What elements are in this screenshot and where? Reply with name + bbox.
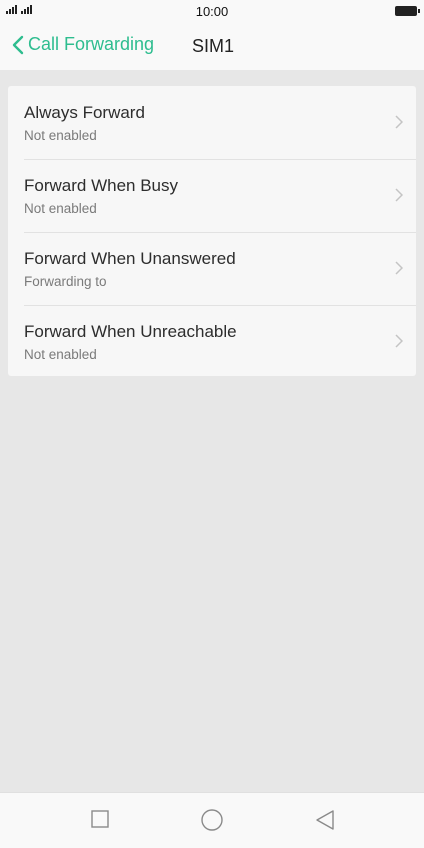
page-title: SIM1 [192, 36, 235, 56]
navigation-bar [0, 792, 424, 848]
back-nav-button[interactable] [316, 810, 334, 835]
battery-icon [395, 6, 420, 16]
forward-unanswered-item[interactable]: Forward When Unanswered Forwarding to [8, 232, 416, 305]
chevron-right-icon [395, 334, 403, 348]
forwarding-list: Always Forward Not enabled Forward When … [8, 86, 416, 376]
chevron-left-icon [12, 35, 24, 54]
status-time: 10:00 [195, 4, 229, 19]
item-title: Forward When Unreachable [24, 322, 237, 341]
item-title: Forward When Unanswered [24, 249, 236, 268]
home-button[interactable] [201, 809, 223, 836]
item-status: Forwarding to [24, 274, 107, 289]
chevron-right-icon [395, 115, 403, 129]
recents-button[interactable] [91, 810, 109, 833]
circle-icon [201, 809, 223, 831]
back-button[interactable]: Call Forwarding [12, 34, 154, 55]
item-title: Forward When Busy [24, 176, 178, 195]
chevron-right-icon [395, 261, 403, 275]
item-status: Not enabled [24, 201, 97, 216]
back-label: Call Forwarding [28, 34, 155, 54]
square-icon [91, 810, 109, 828]
item-title: Always Forward [24, 103, 145, 122]
status-bar: 10:00 [0, 0, 424, 24]
forward-unreachable-item[interactable]: Forward When Unreachable Not enabled [8, 305, 416, 376]
item-status: Not enabled [24, 347, 97, 362]
triangle-back-icon [316, 810, 334, 830]
chevron-right-icon [395, 188, 403, 202]
item-status: Not enabled [24, 128, 97, 143]
header: Call Forwarding SIM1 [0, 24, 424, 70]
forward-busy-item[interactable]: Forward When Busy Not enabled [8, 159, 416, 232]
forward-always-item[interactable]: Always Forward Not enabled [8, 86, 416, 159]
